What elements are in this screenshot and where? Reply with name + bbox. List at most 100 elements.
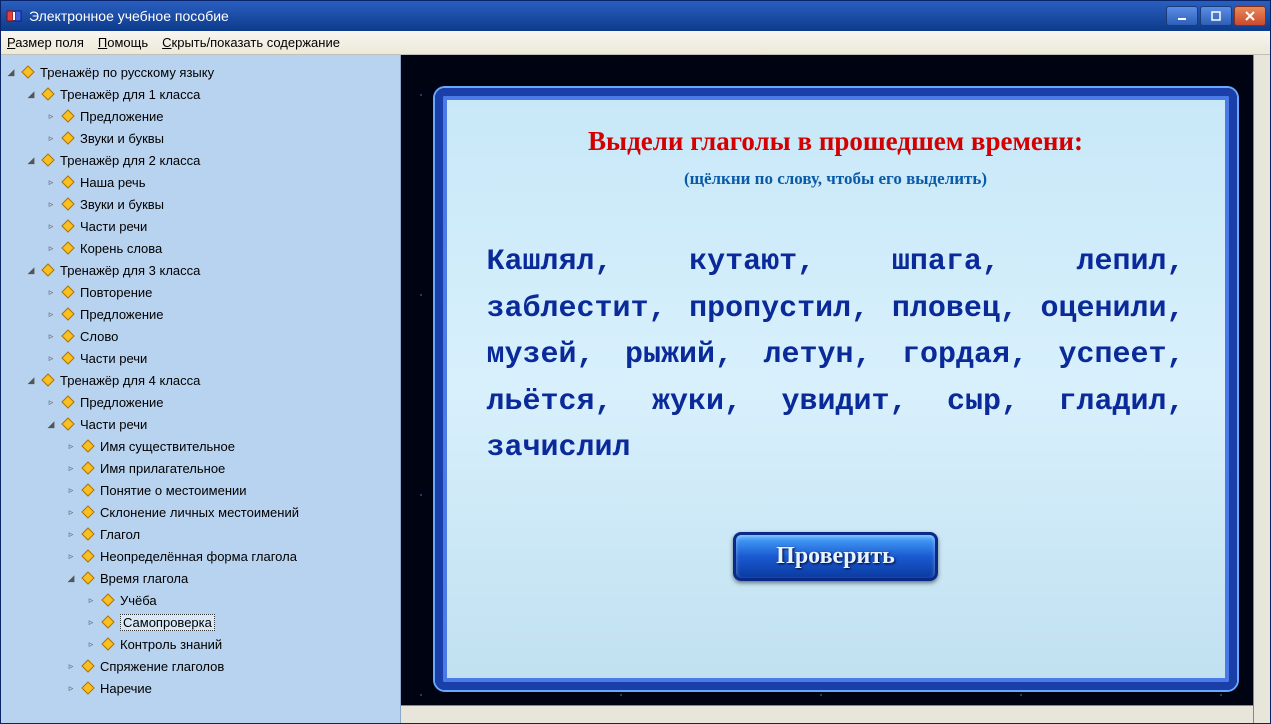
check-button[interactable]: Проверить <box>733 532 938 581</box>
tree-expander-icon[interactable]: ◢ <box>65 572 77 584</box>
tree-item[interactable]: ▹ Наша речь <box>45 171 396 193</box>
tree-expander-icon[interactable]: ▹ <box>45 132 57 144</box>
tree-item[interactable]: ▹Части речи <box>45 347 396 369</box>
tree-item[interactable]: ◢ Тренажёр для 2 класса <box>25 149 396 171</box>
tree-item[interactable]: ▹Предложение <box>45 303 396 325</box>
tree-item[interactable]: ▹Части речи <box>45 215 396 237</box>
diamond-icon <box>60 131 76 145</box>
diamond-icon <box>80 571 96 585</box>
tree-expander-icon[interactable]: ▹ <box>65 550 77 562</box>
lesson-word[interactable]: пропустил, <box>689 292 869 326</box>
tree-item[interactable]: ▹Звуки и буквы <box>45 193 396 215</box>
tree-expander-icon[interactable]: ▹ <box>65 440 77 452</box>
tree-expander-icon[interactable]: ▹ <box>65 484 77 496</box>
tree-expander-icon[interactable]: ▹ <box>45 176 57 188</box>
tree-item[interactable]: ◢Тренажёр для 4 класса <box>25 369 396 391</box>
lesson-word[interactable]: рыжий, <box>625 338 733 372</box>
tree-item[interactable]: ▹Повторение <box>45 281 396 303</box>
tree-expander-icon[interactable]: ◢ <box>45 418 57 430</box>
tree-expander-icon[interactable]: ▹ <box>65 660 77 672</box>
tree-expander-icon[interactable]: ▹ <box>45 330 57 342</box>
lesson-word[interactable]: музей, <box>487 338 595 372</box>
tree-item[interactable]: ▹Предложение <box>45 391 396 413</box>
tree-expander-icon[interactable]: ▹ <box>65 682 77 694</box>
tree-item[interactable]: ▹Спряжение глаголов <box>65 655 396 677</box>
lesson-word[interactable]: льётся, <box>487 385 613 419</box>
tree-expander-icon[interactable]: ▹ <box>85 594 97 606</box>
tree-item[interactable]: ▹Предложение <box>45 105 396 127</box>
tree-expander-icon[interactable]: ▹ <box>45 198 57 210</box>
diamond-icon <box>80 505 96 519</box>
tree-item-label: Самопроверка <box>120 614 215 631</box>
tree-item[interactable]: ◢Тренажёр для 1 класса <box>25 83 396 105</box>
lesson-word[interactable]: зачислил <box>487 431 631 465</box>
tree-item[interactable]: ▹Контроль знаний <box>85 633 396 655</box>
tree-item[interactable]: ▹Глагол <box>65 523 396 545</box>
lesson-word[interactable]: жуки, <box>652 385 742 419</box>
tree-expander-icon[interactable]: ◢ <box>5 66 17 78</box>
menu-field-size[interactable]: Размер поля <box>7 35 84 50</box>
lesson-word[interactable]: лепил, <box>1076 245 1184 279</box>
tree-item[interactable]: ▹Учёба <box>85 589 396 611</box>
tree-item-label: Тренажёр для 2 класса <box>60 153 200 168</box>
diamond-icon <box>20 65 36 79</box>
tree-expander-icon[interactable]: ▹ <box>85 616 97 628</box>
tree-expander-icon[interactable]: ▹ <box>45 242 57 254</box>
tree-item[interactable]: ▹Корень слова <box>45 237 396 259</box>
tree-expander-icon[interactable]: ◢ <box>25 88 37 100</box>
tree-expander-icon[interactable]: ▹ <box>45 308 57 320</box>
vertical-scrollbar[interactable] <box>1253 55 1270 723</box>
menu-toggle-contents[interactable]: Скрыть/показать содержание <box>162 35 340 50</box>
lesson-word[interactable]: успеет, <box>1058 338 1184 372</box>
tree-expander-icon[interactable]: ▹ <box>65 462 77 474</box>
tree-item[interactable]: ▹Имя существительное <box>65 435 396 457</box>
tree-item-label: Тренажёр по русскому языку <box>40 65 214 80</box>
tree-item[interactable]: ▹Неопределённая форма глагола <box>65 545 396 567</box>
lesson-word[interactable]: заблестит, <box>487 292 667 326</box>
tree-item[interactable]: ◢ Тренажёр по русскому языку <box>5 61 396 83</box>
menu-help[interactable]: Помощь <box>98 35 148 50</box>
tree-expander-icon[interactable]: ◢ <box>25 154 37 166</box>
lesson-word[interactable]: летун, <box>763 338 871 372</box>
tree-item[interactable]: ▹Слово <box>45 325 396 347</box>
lesson-word[interactable]: гордая, <box>902 338 1028 372</box>
tree-expander-icon[interactable]: ▹ <box>45 220 57 232</box>
tree-item[interactable]: ▹ Самопроверка <box>85 611 396 633</box>
lesson-word[interactable]: Кашлял, <box>487 245 613 279</box>
tree-item[interactable]: ▹Звуки и буквы <box>45 127 396 149</box>
tree-expander-icon[interactable]: ◢ <box>25 374 37 386</box>
tree-item[interactable]: ◢Время глагола <box>65 567 396 589</box>
tree-item[interactable]: ▹Склонение личных местоимений <box>65 501 396 523</box>
tree-item-label: Наречие <box>100 681 152 696</box>
tree-item[interactable]: ▹ Наречие <box>65 677 396 699</box>
diamond-icon <box>60 241 76 255</box>
tree-item-label: Наша речь <box>80 175 145 190</box>
lesson-word[interactable]: шпага, <box>892 245 1000 279</box>
diamond-icon <box>80 461 96 475</box>
lesson-word[interactable]: гладил, <box>1058 385 1184 419</box>
diamond-icon <box>100 637 116 651</box>
tree-expander-icon[interactable]: ▹ <box>45 352 57 364</box>
lesson-word[interactable]: увидит, <box>781 385 907 419</box>
tree-item[interactable]: ◢Тренажёр для 3 класса <box>25 259 396 281</box>
maximize-button[interactable] <box>1200 6 1232 26</box>
lesson-word[interactable]: кутают, <box>689 245 815 279</box>
tree-expander-icon[interactable]: ▹ <box>65 528 77 540</box>
tree-expander-icon[interactable]: ▹ <box>65 506 77 518</box>
tree-expander-icon[interactable]: ▹ <box>45 286 57 298</box>
tree-item[interactable]: ◢Части речи <box>45 413 396 435</box>
close-button[interactable] <box>1234 6 1266 26</box>
tree-item[interactable]: ▹Понятие о местоимении <box>65 479 396 501</box>
lesson-word[interactable]: пловец, <box>892 292 1018 326</box>
tree-expander-icon[interactable]: ▹ <box>45 396 57 408</box>
body-split: ◢Тренажёр по русскому языку◢Тренажёр для… <box>1 55 1270 723</box>
diamond-icon <box>60 219 76 233</box>
tree-expander-icon[interactable]: ▹ <box>45 110 57 122</box>
lesson-word[interactable]: сыр, <box>947 385 1019 419</box>
minimize-button[interactable] <box>1166 6 1198 26</box>
tree-item[interactable]: ▹Имя прилагательное <box>65 457 396 479</box>
tree-expander-icon[interactable]: ◢ <box>25 264 37 276</box>
tree-panel[interactable]: ◢Тренажёр по русскому языку◢Тренажёр для… <box>1 55 401 723</box>
lesson-word[interactable]: оценили, <box>1040 292 1184 326</box>
tree-expander-icon[interactable]: ▹ <box>85 638 97 650</box>
